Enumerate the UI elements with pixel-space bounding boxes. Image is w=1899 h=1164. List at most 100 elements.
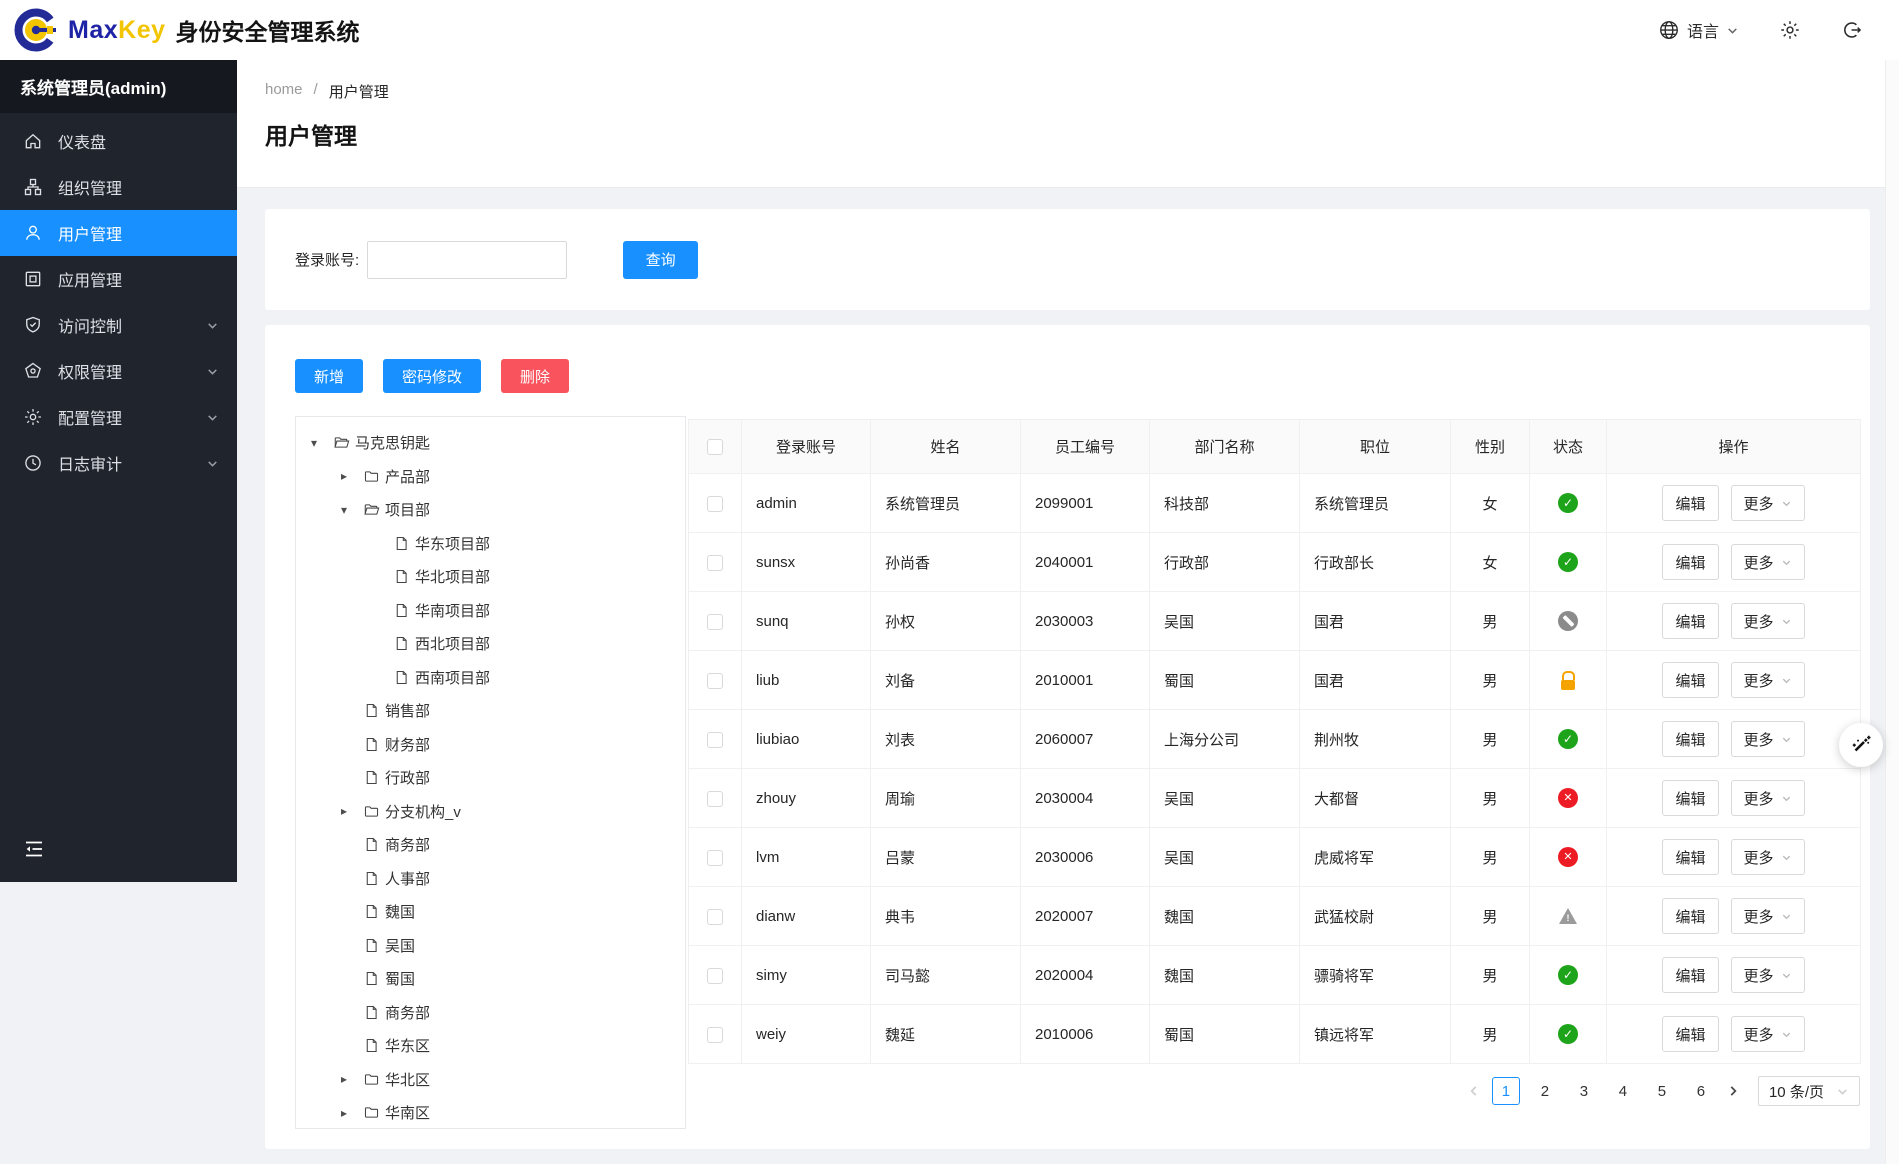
sidebar-item-apps[interactable]: 应用管理 bbox=[0, 256, 237, 302]
row-checkbox[interactable] bbox=[707, 908, 723, 925]
more-button[interactable]: 更多 bbox=[1730, 1016, 1805, 1052]
tree-node[interactable]: 财务部 bbox=[296, 728, 685, 762]
sidebar-item-access-control[interactable]: 访问控制 bbox=[0, 302, 237, 348]
language-selector[interactable]: 语言 bbox=[1658, 18, 1739, 42]
table-row: zhouy周瑜2030004吴国大都督男 编辑更多 bbox=[688, 768, 1861, 828]
tree-node[interactable]: 华东项目部 bbox=[296, 527, 685, 561]
caret-right-icon[interactable]: ▸ bbox=[338, 469, 363, 483]
row-checkbox[interactable] bbox=[707, 495, 723, 512]
more-button[interactable]: 更多 bbox=[1730, 721, 1805, 757]
add-button[interactable]: 新增 bbox=[295, 359, 364, 393]
tree-node[interactable]: 西北项目部 bbox=[296, 627, 685, 661]
edit-button[interactable]: 编辑 bbox=[1662, 839, 1719, 875]
query-button[interactable]: 查询 bbox=[623, 240, 699, 279]
page-title: 用户管理 bbox=[265, 123, 357, 149]
edit-button[interactable]: 编辑 bbox=[1662, 898, 1719, 934]
tree-node[interactable]: ▸ 分支机构_v bbox=[296, 795, 685, 829]
login-account-input[interactable] bbox=[367, 240, 568, 279]
change-password-button[interactable]: 密码修改 bbox=[383, 359, 482, 393]
page-number-6[interactable]: 6 bbox=[1687, 1077, 1715, 1105]
edit-button[interactable]: 编辑 bbox=[1662, 544, 1719, 580]
tree-node-label: 项目部 bbox=[385, 502, 431, 520]
row-checkbox[interactable] bbox=[707, 672, 723, 689]
employee-no-cell: 2010001 bbox=[1020, 650, 1150, 710]
collapse-menu-icon[interactable] bbox=[22, 837, 46, 861]
edit-button[interactable]: 编辑 bbox=[1662, 780, 1719, 816]
chevron-down-icon bbox=[1781, 911, 1792, 922]
caret-down-icon[interactable]: ▾ bbox=[338, 503, 363, 517]
tree-node[interactable]: 商务部 bbox=[296, 828, 685, 862]
breadcrumb-home[interactable]: home bbox=[265, 81, 303, 102]
next-page-button[interactable] bbox=[1726, 1084, 1740, 1098]
tree-node[interactable]: 吴国 bbox=[296, 929, 685, 963]
row-checkbox[interactable] bbox=[707, 731, 723, 748]
tree-node[interactable]: 人事部 bbox=[296, 862, 685, 896]
delete-button[interactable]: 删除 bbox=[501, 359, 570, 393]
logout-icon[interactable] bbox=[1841, 19, 1863, 41]
caret-right-icon[interactable]: ▸ bbox=[338, 1072, 363, 1086]
row-checkbox[interactable] bbox=[707, 1026, 723, 1043]
more-button[interactable]: 更多 bbox=[1730, 780, 1805, 816]
tree-node[interactable]: 蜀国 bbox=[296, 962, 685, 996]
tree-node[interactable]: 魏国 bbox=[296, 895, 685, 929]
tree-node[interactable]: 华北项目部 bbox=[296, 560, 685, 594]
row-checkbox[interactable] bbox=[707, 554, 723, 571]
select-all-checkbox[interactable] bbox=[707, 439, 723, 456]
row-checkbox[interactable] bbox=[707, 613, 723, 630]
document-icon bbox=[393, 568, 412, 585]
magic-wand-fab[interactable] bbox=[1839, 723, 1883, 767]
sidebar-item-organizations[interactable]: 组织管理 bbox=[0, 164, 237, 210]
prev-page-button[interactable] bbox=[1467, 1084, 1481, 1098]
tree-node[interactable]: ▸ 华北区 bbox=[296, 1063, 685, 1097]
edit-button[interactable]: 编辑 bbox=[1662, 603, 1719, 639]
page-number-5[interactable]: 5 bbox=[1648, 1077, 1676, 1105]
page-number-4[interactable]: 4 bbox=[1609, 1077, 1637, 1105]
edit-button[interactable]: 编辑 bbox=[1662, 485, 1719, 521]
edit-button[interactable]: 编辑 bbox=[1662, 957, 1719, 993]
sidebar-item-audit[interactable]: 日志审计 bbox=[0, 440, 237, 486]
more-button[interactable]: 更多 bbox=[1730, 485, 1805, 521]
gear-icon[interactable] bbox=[1779, 19, 1801, 41]
more-button[interactable]: 更多 bbox=[1730, 544, 1805, 580]
tree-node[interactable]: 华南项目部 bbox=[296, 594, 685, 628]
scrollbar[interactable] bbox=[1885, 60, 1899, 1164]
caret-right-icon[interactable]: ▸ bbox=[338, 804, 363, 818]
status-cell bbox=[1529, 709, 1607, 769]
tree-node[interactable]: 销售部 bbox=[296, 694, 685, 728]
tree-node[interactable]: ▾ 马克思钥匙 bbox=[296, 426, 685, 460]
more-button[interactable]: 更多 bbox=[1730, 603, 1805, 639]
caret-down-icon[interactable]: ▾ bbox=[308, 436, 333, 450]
sidebar-item-config[interactable]: 配置管理 bbox=[0, 394, 237, 440]
caret-right-icon[interactable]: ▸ bbox=[338, 1106, 363, 1120]
sidebar-item-dashboard[interactable]: 仪表盘 bbox=[0, 118, 237, 164]
tree-node[interactable]: ▸ 产品部 bbox=[296, 460, 685, 494]
row-checkbox[interactable] bbox=[707, 790, 723, 807]
tree-node[interactable]: 行政部 bbox=[296, 761, 685, 795]
page-number-3[interactable]: 3 bbox=[1570, 1077, 1598, 1105]
name-cell: 系统管理员 bbox=[870, 473, 1021, 533]
row-checkbox[interactable] bbox=[707, 849, 723, 866]
tree-node[interactable]: 华东区 bbox=[296, 1029, 685, 1063]
page-size-select[interactable]: 10 条/页 bbox=[1757, 1076, 1860, 1106]
more-button[interactable]: 更多 bbox=[1730, 957, 1805, 993]
edit-button[interactable]: 编辑 bbox=[1662, 662, 1719, 698]
tree-node[interactable]: ▾ 项目部 bbox=[296, 493, 685, 527]
gender-cell: 男 bbox=[1450, 709, 1530, 769]
column-header: 部门名称 bbox=[1149, 419, 1300, 474]
tree-node[interactable]: 商务部 bbox=[296, 996, 685, 1030]
more-button[interactable]: 更多 bbox=[1730, 898, 1805, 934]
page-number-1[interactable]: 1 bbox=[1491, 1077, 1520, 1105]
tree-node[interactable]: 西南项目部 bbox=[296, 661, 685, 695]
chevron-down-icon bbox=[1781, 498, 1792, 509]
edit-button[interactable]: 编辑 bbox=[1662, 721, 1719, 757]
tree-node[interactable]: ▸ 华南区 bbox=[296, 1096, 685, 1128]
more-button[interactable]: 更多 bbox=[1730, 839, 1805, 875]
row-checkbox[interactable] bbox=[707, 967, 723, 984]
account-cell: zhouy bbox=[741, 768, 871, 828]
page-number-2[interactable]: 2 bbox=[1531, 1077, 1559, 1105]
sidebar-item-users[interactable]: 用户管理 bbox=[0, 210, 237, 256]
tree-node-label: 分支机构_v bbox=[385, 803, 461, 821]
sidebar-item-permissions[interactable]: 权限管理 bbox=[0, 348, 237, 394]
edit-button[interactable]: 编辑 bbox=[1662, 1016, 1719, 1052]
more-button[interactable]: 更多 bbox=[1730, 662, 1805, 698]
